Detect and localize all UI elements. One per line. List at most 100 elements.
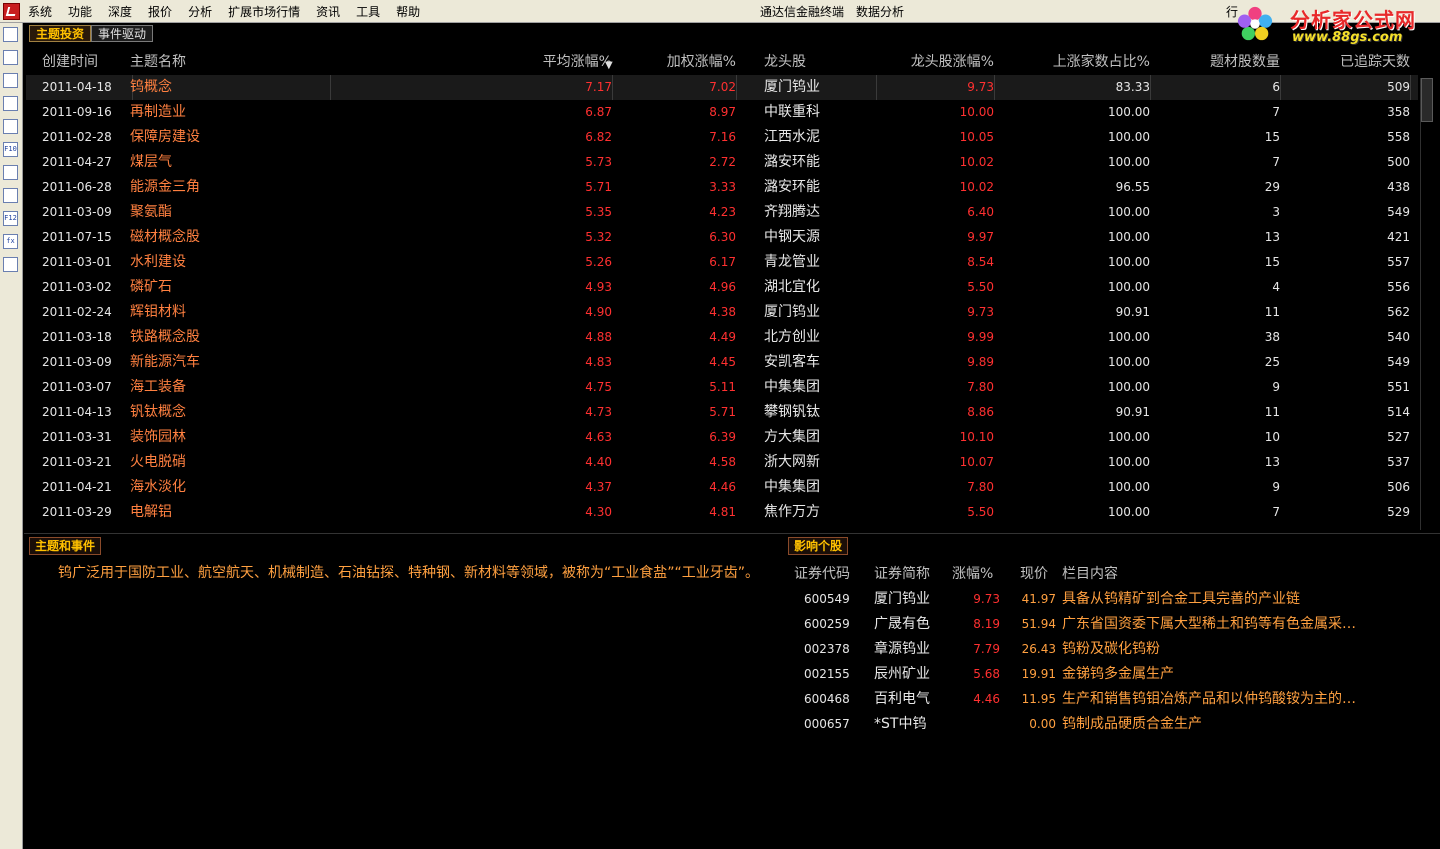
table-row[interactable]: 2011-03-02 磷矿石 4.93 4.96 湖北宜化 5.50 100.00 4 556: [26, 275, 1418, 300]
cell-weighted: 4.58: [709, 455, 736, 469]
stock-row[interactable]: 600549 厦门钨业 9.73 41.97 具备从钨精矿到合金工具完善的产业链: [786, 587, 1436, 612]
affected-stocks-label[interactable]: 影响个股: [788, 537, 849, 555]
stocks-header-row: 证券代码 证券简称 涨幅% 现价 栏目内容: [786, 562, 1436, 587]
header-up-ratio[interactable]: 上涨家数占比%: [996, 50, 1150, 75]
menu-item-0[interactable]: 系统: [28, 3, 52, 20]
cell-days: 509: [1282, 75, 1411, 100]
stock-cell-content: 具备从钨精矿到合金工具完善的产业链: [1062, 591, 1300, 607]
cell-name: 海工装备: [130, 379, 186, 395]
formula-icon[interactable]: fx: [3, 234, 18, 249]
header-avg-change[interactable]: 平均涨幅%: [488, 50, 612, 75]
line-chart-icon[interactable]: [3, 73, 18, 88]
calendar-icon[interactable]: [3, 188, 18, 203]
cell-count: 13: [1264, 455, 1280, 469]
table-row[interactable]: 2011-03-29 电解铝 4.30 4.81 焦作万方 5.50 100.00 7 529: [26, 500, 1418, 525]
header-leader-change[interactable]: 龙头股涨幅%: [856, 50, 994, 75]
cell-weighted: 4.45: [709, 355, 736, 369]
table-row[interactable]: 2011-09-16 再制造业 6.87 8.97 中联重科 10.00 100.00 7 35…: [26, 100, 1418, 125]
news-icon[interactable]: [3, 119, 18, 134]
cell-leader-chg: 7.80: [967, 480, 994, 494]
table-row[interactable]: 2011-03-09 聚氨酯 5.35 4.23 齐翔腾达 6.40 100.00 3 549: [26, 200, 1418, 225]
menu-item-1[interactable]: 功能: [68, 3, 92, 20]
cell-avg: 4.88: [585, 330, 612, 344]
stocks-header-code[interactable]: 证券代码: [794, 562, 874, 587]
table-row[interactable]: 2011-04-18 钨概念 7.17 7.02 厦门钨业 9.73 83.33 6 509: [26, 75, 1418, 100]
stocks-header-name[interactable]: 证券简称: [874, 562, 954, 587]
candlestick-icon[interactable]: [3, 96, 18, 111]
f10-icon[interactable]: F10: [3, 142, 18, 157]
chart-list-icon[interactable]: [3, 27, 18, 42]
watermark-url: www.88gs.com: [1292, 30, 1403, 45]
cell-up-ratio: 100.00: [1108, 255, 1150, 269]
theme-event-label[interactable]: 主题和事件: [29, 537, 102, 555]
cell-up-ratio: 100.00: [1108, 330, 1150, 344]
header-date[interactable]: 创建时间: [42, 50, 132, 75]
cell-up-ratio: 100.00: [1108, 205, 1150, 219]
cell-count: 11: [1264, 305, 1280, 319]
menu-item-7[interactable]: 工具: [356, 3, 380, 20]
tab-1[interactable]: 事件驱动: [91, 25, 154, 42]
stock-cell-chg: 7.79: [973, 642, 1000, 656]
window-titles: 通达信金融终端 数据分析: [760, 3, 904, 20]
grid-table-icon[interactable]: [3, 50, 18, 65]
table-row[interactable]: 2011-07-15 磁材概念股 5.32 6.30 中钢天源 9.97 100.00 13 4…: [26, 225, 1418, 250]
search-icon[interactable]: [3, 257, 18, 272]
header-tracked-days[interactable]: 已追踪天数: [1282, 50, 1410, 75]
table-row[interactable]: 2011-03-31 装饰园林 4.63 6.39 方大集团 10.10 100.00 10 5…: [26, 425, 1418, 450]
cell-name: 辉钼材料: [130, 304, 186, 320]
table-row[interactable]: 2011-04-13 钒钛概念 4.73 5.71 攀钢钒钛 8.86 90.91 11 514: [26, 400, 1418, 425]
notes-icon[interactable]: [3, 165, 18, 180]
scrollbar-thumb[interactable]: [1421, 78, 1433, 122]
table-row[interactable]: 2011-03-07 海工装备 4.75 5.11 中集集团 7.80 100.00 9 551: [26, 375, 1418, 400]
table-row[interactable]: 2011-02-24 辉钼材料 4.90 4.38 厦门钨业 9.73 90.91 11 562: [26, 300, 1418, 325]
table-row[interactable]: 2011-03-09 新能源汽车 4.83 4.45 安凯客车 9.89 100.00 25 5…: [26, 350, 1418, 375]
menu-item-2[interactable]: 深度: [108, 3, 132, 20]
cell-name: 新能源汽车: [130, 354, 200, 370]
cell-leader-chg: 8.54: [967, 255, 994, 269]
menu-item-3[interactable]: 报价: [148, 3, 172, 20]
stocks-header-price[interactable]: 现价: [1020, 562, 1068, 587]
header-weighted-change[interactable]: 加权涨幅%: [614, 50, 736, 75]
cell-count: 4: [1272, 280, 1280, 294]
data-analysis-title[interactable]: 数据分析: [856, 3, 904, 20]
cell-weighted: 5.71: [709, 405, 736, 419]
cell-weighted: 4.38: [709, 305, 736, 319]
cell-days: 529: [1387, 505, 1410, 519]
table-row[interactable]: 2011-03-18 铁路概念股 4.88 4.49 北方创业 9.99 100.00 38 5…: [26, 325, 1418, 350]
table-row[interactable]: 2011-06-28 能源金三角 5.71 3.33 潞安环能 10.02 96.55 29 4…: [26, 175, 1418, 200]
table-row[interactable]: 2011-03-01 水利建设 5.26 6.17 青龙管业 8.54 100.00 15 55…: [26, 250, 1418, 275]
cell-name: 磁材概念股: [130, 229, 200, 245]
cell-weighted: 6.39: [709, 430, 736, 444]
app-logo-icon[interactable]: [3, 3, 20, 20]
cell-avg: 4.37: [585, 480, 612, 494]
cell-weighted: 4.49: [709, 330, 736, 344]
tab-0[interactable]: 主题投资: [29, 25, 92, 42]
f12-icon[interactable]: F12: [3, 211, 18, 226]
table-row[interactable]: 2011-03-21 火电脱硝 4.40 4.58 浙大网新 10.07 100.00 13 5…: [26, 450, 1418, 475]
cell-avg: 5.32: [585, 230, 612, 244]
header-name[interactable]: 主题名称: [130, 50, 330, 75]
cell-up-ratio: 90.91: [1115, 305, 1150, 319]
menu-item-5[interactable]: 扩展市场行情: [228, 3, 300, 20]
cell-leader-chg: 6.40: [967, 205, 994, 219]
menu-item-8[interactable]: 帮助: [396, 3, 420, 20]
vertical-scrollbar[interactable]: [1420, 78, 1435, 530]
table-row[interactable]: 2011-04-27 煤层气 5.73 2.72 潞安环能 10.02 100.00 7 500: [26, 150, 1418, 175]
stock-row[interactable]: 600468 百利电气 4.46 11.95 生产和销售钨钼冶炼产品和以仲钨酸铵为主的…: [786, 687, 1436, 712]
menu-item-6[interactable]: 资讯: [316, 3, 340, 20]
cell-leader-chg: 10.00: [959, 105, 994, 119]
stock-row[interactable]: 002378 章源钨业 7.79 26.43 钨粉及碳化钨粉: [786, 637, 1436, 662]
table-row[interactable]: 2011-02-28 保障房建设 6.82 7.16 江西水泥 10.05 100.00 15…: [26, 125, 1418, 150]
stocks-header-content[interactable]: 栏目内容: [1062, 562, 1402, 587]
stock-row[interactable]: 000657 *ST中钨 0.00 钨制成品硬质合金生产: [786, 712, 1436, 737]
cell-count: 3: [1272, 205, 1280, 219]
cell-days: 537: [1387, 455, 1410, 469]
stock-row[interactable]: 600259 广晟有色 8.19 51.94 广东省国资委下属大型稀土和钨等有色金属采…: [786, 612, 1436, 637]
header-stock-count[interactable]: 题材股数量: [1152, 50, 1280, 75]
stock-row[interactable]: 002155 辰州矿业 5.68 19.91 金锑钨多金属生产: [786, 662, 1436, 687]
stocks-header-change[interactable]: 涨幅%: [952, 562, 1006, 587]
cell-days: 556: [1387, 280, 1410, 294]
cell-date: 2011-02-28: [42, 130, 112, 144]
menu-item-4[interactable]: 分析: [188, 3, 212, 20]
table-row[interactable]: 2011-04-21 海水淡化 4.37 4.46 中集集团 7.80 100.00 9 506: [26, 475, 1418, 500]
